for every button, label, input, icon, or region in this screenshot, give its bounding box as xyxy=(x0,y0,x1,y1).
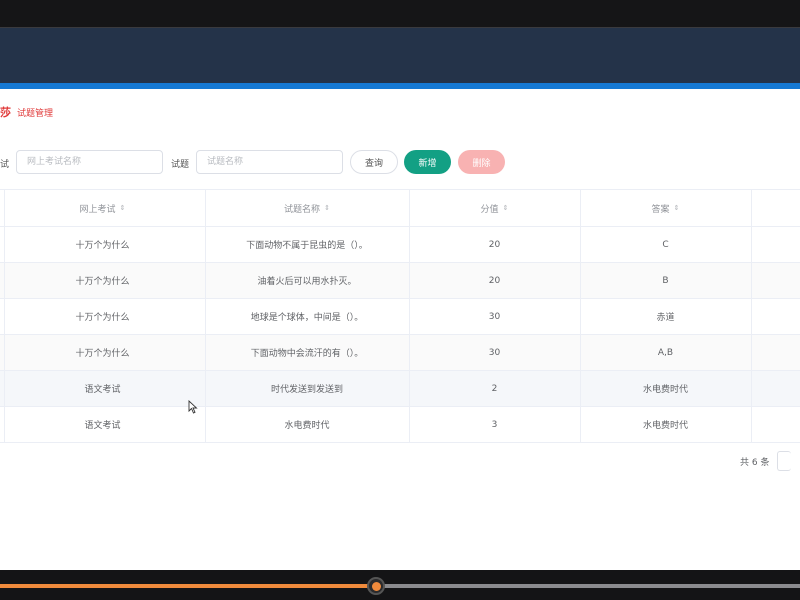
score-cell: 2 xyxy=(491,383,498,394)
table-row[interactable]: 十万个为什么 油着火后可以用水扑灭。 20 B xyxy=(0,263,800,299)
progress-handle[interactable] xyxy=(367,577,385,595)
answer-cell: 水电费时代 xyxy=(642,421,688,431)
sort-icon[interactable]: ⇕ xyxy=(674,204,680,212)
column-header-answer[interactable]: 答案 ⇕ xyxy=(580,190,751,226)
column-header-exam[interactable]: 网上考试 ⇕ xyxy=(0,190,205,226)
exam-cell: 十万个为什么 xyxy=(75,313,130,323)
question-name-input[interactable] xyxy=(196,150,343,174)
exam-cell: 十万个为什么 xyxy=(75,241,130,251)
answer-cell: B xyxy=(662,275,669,286)
answer-cell: 赤道 xyxy=(656,313,675,323)
exam-cell: 十万个为什么 xyxy=(75,349,130,359)
table-row[interactable]: 十万个为什么 下面动物不属于昆虫的是（）。 20 C xyxy=(0,227,800,263)
score-cell: 20 xyxy=(488,239,501,250)
question-cell: 油着火后可以用水扑灭。 xyxy=(257,277,357,287)
sort-icon[interactable]: ⇕ xyxy=(503,204,509,212)
table-row[interactable]: 语文考试 水电费时代 3 水电费时代 xyxy=(0,407,800,443)
answer-cell: 水电费时代 xyxy=(642,385,688,395)
score-cell: 20 xyxy=(488,275,501,286)
page-size-select[interactable] xyxy=(777,451,792,471)
column-header-score[interactable]: 分值 ⇕ xyxy=(409,190,580,226)
top-bar xyxy=(0,0,800,28)
question-cell: 下面动物中会流汗的有（）。 xyxy=(250,349,364,359)
pagination: 共 6 条 xyxy=(740,451,792,471)
exam-cell: 十万个为什么 xyxy=(75,277,130,287)
breadcrumb-current: 试题管理 xyxy=(17,108,54,119)
score-cell: 3 xyxy=(491,419,498,430)
answer-cell: A,B xyxy=(657,347,674,358)
question-cell: 地球是个球体，中间是（）。 xyxy=(250,313,364,323)
query-button[interactable]: 查询 xyxy=(350,150,398,174)
question-cell: 水电费时代 xyxy=(284,421,330,431)
breadcrumb-home[interactable]: 莎 xyxy=(0,104,11,120)
table-row[interactable]: 十万个为什么 下面动物中会流汗的有（）。 30 A,B xyxy=(0,335,800,371)
exam-cell: 语文考试 xyxy=(84,421,121,431)
sort-icon[interactable]: ⇕ xyxy=(324,204,330,212)
video-progress-bar[interactable] xyxy=(0,570,800,600)
mouse-cursor-icon xyxy=(188,400,198,414)
sort-icon[interactable]: ⇕ xyxy=(120,204,126,212)
answer-cell: C xyxy=(662,239,669,250)
score-cell: 30 xyxy=(488,311,501,322)
exam-label: 试 xyxy=(0,160,10,170)
score-cell: 30 xyxy=(488,347,501,358)
progress-played xyxy=(0,584,376,588)
questions-table: 网上考试 ⇕ 试题名称 ⇕ 分值 ⇕ 答案 ⇕ 十万个为什么 下面动物不属于昆虫的是（）… xyxy=(0,189,800,443)
main-content: 莎 试题管理 试 试题 查询 新增 删除 网上考试⇕ 试题名称⇕ 分值⇕ 答案⇕… xyxy=(0,89,800,570)
question-label: 试题 xyxy=(171,160,190,170)
exam-name-input[interactable] xyxy=(16,150,163,174)
total-count: 共 6 条 xyxy=(740,457,770,468)
delete-button[interactable]: 删除 xyxy=(458,150,505,174)
table-row[interactable]: 十万个为什么 地球是个球体，中间是（）。 30 赤道 xyxy=(0,299,800,335)
question-cell: 时代发送到发送到 xyxy=(270,385,343,395)
question-cell: 下面动物不属于昆虫的是（）。 xyxy=(246,241,368,251)
add-button[interactable]: 新增 xyxy=(404,150,451,174)
column-header-question[interactable]: 试题名称 ⇕ xyxy=(205,190,409,226)
table-header: 网上考试 ⇕ 试题名称 ⇕ 分值 ⇕ 答案 ⇕ xyxy=(0,189,800,227)
app-header xyxy=(0,28,800,83)
search-form: 试 试题 查询 新增 删除 xyxy=(0,149,800,175)
exam-cell: 语文考试 xyxy=(84,385,121,395)
table-row[interactable]: 语文考试 时代发送到发送到 2 水电费时代 xyxy=(0,371,800,407)
breadcrumb: 莎 试题管理 xyxy=(0,103,53,121)
